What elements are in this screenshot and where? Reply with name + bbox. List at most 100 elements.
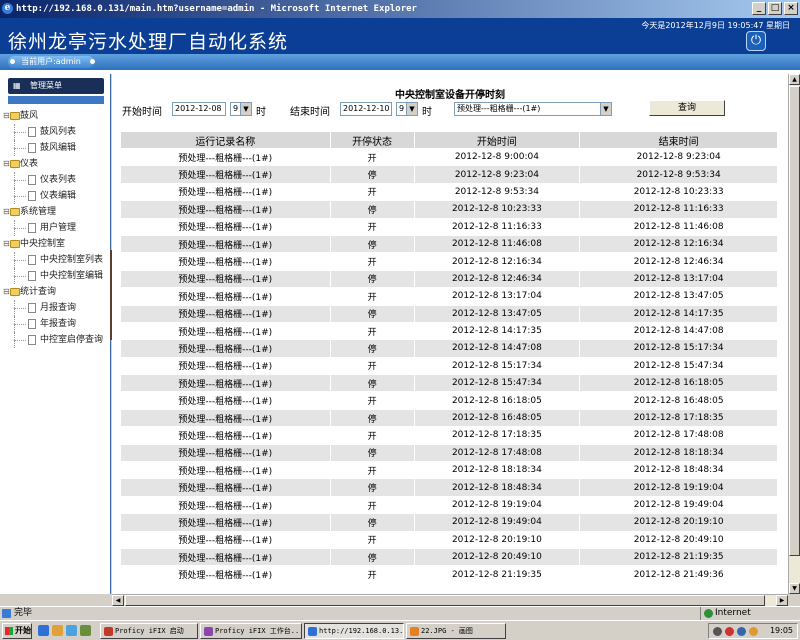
sidebar-item[interactable]: 鼓风编辑 <box>0 140 111 156</box>
quicklaunch-ie-icon[interactable] <box>38 625 49 636</box>
pill-right-dot-icon <box>90 59 95 64</box>
tray-security-icon[interactable] <box>725 627 734 636</box>
maximize-button[interactable]: □ <box>768 2 782 15</box>
sidebar-item[interactable]: 中控室启停查询 <box>0 332 111 348</box>
hscroll-thumb[interactable] <box>125 595 765 606</box>
system-tray: 19:05 <box>708 623 798 639</box>
table-cell: 2012-12-8 21:19:35 <box>413 565 581 584</box>
task-label: 22.JPG - 画图 <box>421 627 473 635</box>
menu-title: 管理菜单 <box>30 81 62 90</box>
table-cell: 开 <box>329 565 415 584</box>
sidebar-group[interactable]: ⊟ 鼓风 <box>0 108 111 124</box>
taskbar-task[interactable]: Proficy iFIX 工作台... <box>200 623 302 639</box>
vertical-scrollbar[interactable]: ▲ ▼ <box>788 74 800 594</box>
table-cell: 预处理---粗格栅---(1#) <box>120 478 331 497</box>
sidebar-group[interactable]: ⊟ 系统管理 <box>0 204 111 220</box>
horizontal-scrollbar[interactable]: ◀ ▶ <box>112 594 788 606</box>
table-cell: 2012-12-8 12:46:34 <box>579 252 778 271</box>
table-row: 预处理---粗格栅---(1#) 开 2012-12-8 15:17:34 2012-… <box>120 356 778 376</box>
table-cell: 2012-12-8 17:48:08 <box>579 426 778 445</box>
table-cell: 2012-12-8 21:49:36 <box>579 565 778 584</box>
table-cell: 预处理---粗格栅---(1#) <box>120 513 331 532</box>
scroll-right-icon[interactable]: ▶ <box>776 595 788 606</box>
sidebar-item-label: 鼓风编辑 <box>40 143 77 153</box>
power-icon[interactable]: ⏻ <box>746 31 766 51</box>
sidebar-item-label: 仪表编辑 <box>40 191 77 201</box>
page-done-icon <box>2 609 11 618</box>
pill-left-dot-icon <box>10 59 15 64</box>
sidebar-item[interactable]: 中央控制室列表 <box>0 252 111 268</box>
taskbar-task[interactable]: http://192.168.0.13... <box>304 623 404 639</box>
main-content: 中央控制室设备开停时刻 开始时间 2012-12-08 9 ▼ 时 结束时间 2… <box>112 74 788 594</box>
table-row: 预处理---粗格栅---(1#) 停 2012-12-8 9:23:04 2012-1… <box>120 165 778 184</box>
quicklaunch-outlook-icon[interactable] <box>52 625 63 636</box>
table-cell: 2012-12-8 14:47:08 <box>413 339 581 358</box>
table-row: 预处理---粗格栅---(1#) 停 2012-12-8 12:46:34 2012-… <box>120 269 778 289</box>
document-icon <box>28 191 36 201</box>
sidebar-item[interactable]: 月报查询 <box>0 300 111 316</box>
scroll-thumb[interactable] <box>789 86 800 556</box>
table-cell: 停 <box>329 165 415 184</box>
table-cell: 预处理---粗格栅---(1#) <box>120 547 331 567</box>
table-cell: 2012-12-8 19:19:04 <box>579 478 778 497</box>
app-title: 徐州龙亭污水处理厂自动化系统 <box>8 31 289 53</box>
table-cell: 2012-12-8 15:47:34 <box>413 374 581 393</box>
menu-header: ▦ 管理菜单 <box>8 78 104 94</box>
taskbar-task[interactable]: Proficy iFIX 启动 <box>100 623 198 639</box>
query-button[interactable]: 查询 <box>649 100 725 116</box>
table-cell: 2012-12-8 16:18:05 <box>413 391 581 410</box>
sidebar-item[interactable]: 年报查询 <box>0 316 111 332</box>
document-icon <box>28 335 36 345</box>
column-header: 运行记录名称 <box>120 131 331 149</box>
tree-line <box>14 340 26 341</box>
document-icon <box>28 319 36 329</box>
table-row: 预处理---粗格栅---(1#) 开 2012-12-8 16:18:05 2012-… <box>120 391 778 410</box>
minimize-button[interactable]: _ <box>752 2 766 15</box>
tree-line <box>14 228 26 229</box>
table-cell: 2012-12-8 10:23:33 <box>413 200 581 219</box>
tray-network-icon[interactable] <box>713 627 722 636</box>
sidebar-item[interactable]: 用户管理 <box>0 220 111 236</box>
sidebar-item[interactable]: 仪表列表 <box>0 172 111 188</box>
start-date-input[interactable]: 2012-12-08 <box>172 102 226 116</box>
scroll-left-icon[interactable]: ◀ <box>112 595 124 606</box>
quicklaunch-app-icon[interactable] <box>80 625 91 636</box>
sidebar-group-label: 统计查询 <box>20 287 57 297</box>
end-hour-select[interactable]: 9 ▼ <box>396 102 418 116</box>
sidebar-group-label: 鼓风 <box>20 111 39 121</box>
sidebar-item-label: 月报查询 <box>40 303 77 313</box>
scroll-up-icon[interactable]: ▲ <box>789 74 800 85</box>
tray-volume-icon[interactable] <box>737 627 746 636</box>
table-cell: 2012-12-8 16:48:05 <box>579 391 778 410</box>
table-cell: 2012-12-8 17:18:35 <box>579 408 778 428</box>
sidebar-group[interactable]: ⊟ 仪表 <box>0 156 111 172</box>
sidebar-group[interactable]: ⊟ 统计查询 <box>0 284 111 300</box>
start-hour-select[interactable]: 9 ▼ <box>230 102 252 116</box>
sidebar-item[interactable]: 鼓风列表 <box>0 124 111 140</box>
end-date-input[interactable]: 2012-12-10 <box>340 102 392 116</box>
table-cell: 2012-12-8 19:19:04 <box>413 495 581 515</box>
table-row: 预处理---粗格栅---(1#) 停 2012-12-8 17:48:08 2012-… <box>120 443 778 463</box>
page-title: 中央控制室设备开停时刻 <box>395 90 505 101</box>
document-icon <box>28 127 36 137</box>
table-cell: 2012-12-8 14:17:35 <box>579 304 778 323</box>
table-cell: 2012-12-8 9:53:34 <box>413 182 581 202</box>
table-cell: 开 <box>329 252 415 271</box>
device-select[interactable]: 预处理---粗格栅---(1#) ▼ <box>454 102 612 116</box>
scroll-down-icon[interactable]: ▼ <box>789 583 800 594</box>
sidebar-item[interactable]: 中央控制室编辑 <box>0 268 111 284</box>
start-button[interactable]: 开始 <box>2 623 32 639</box>
sidebar-group[interactable]: ⊟ 中央控制室 <box>0 236 111 252</box>
ie-icon: e <box>2 3 13 14</box>
tray-app-icon[interactable] <box>749 627 758 636</box>
sidebar-item[interactable]: 仪表编辑 <box>0 188 111 204</box>
table-cell: 预处理---粗格栅---(1#) <box>120 165 331 184</box>
folder-icon <box>10 112 20 120</box>
sidebar-group-label: 中央控制室 <box>20 239 66 249</box>
table-cell: 预处理---粗格栅---(1#) <box>120 234 331 254</box>
table-cell: 2012-12-8 13:47:05 <box>413 304 581 323</box>
quicklaunch-desktop-icon[interactable] <box>66 625 77 636</box>
document-icon <box>28 223 36 233</box>
taskbar-task[interactable]: 22.JPG - 画图 <box>406 623 506 639</box>
close-button[interactable]: × <box>784 2 798 15</box>
